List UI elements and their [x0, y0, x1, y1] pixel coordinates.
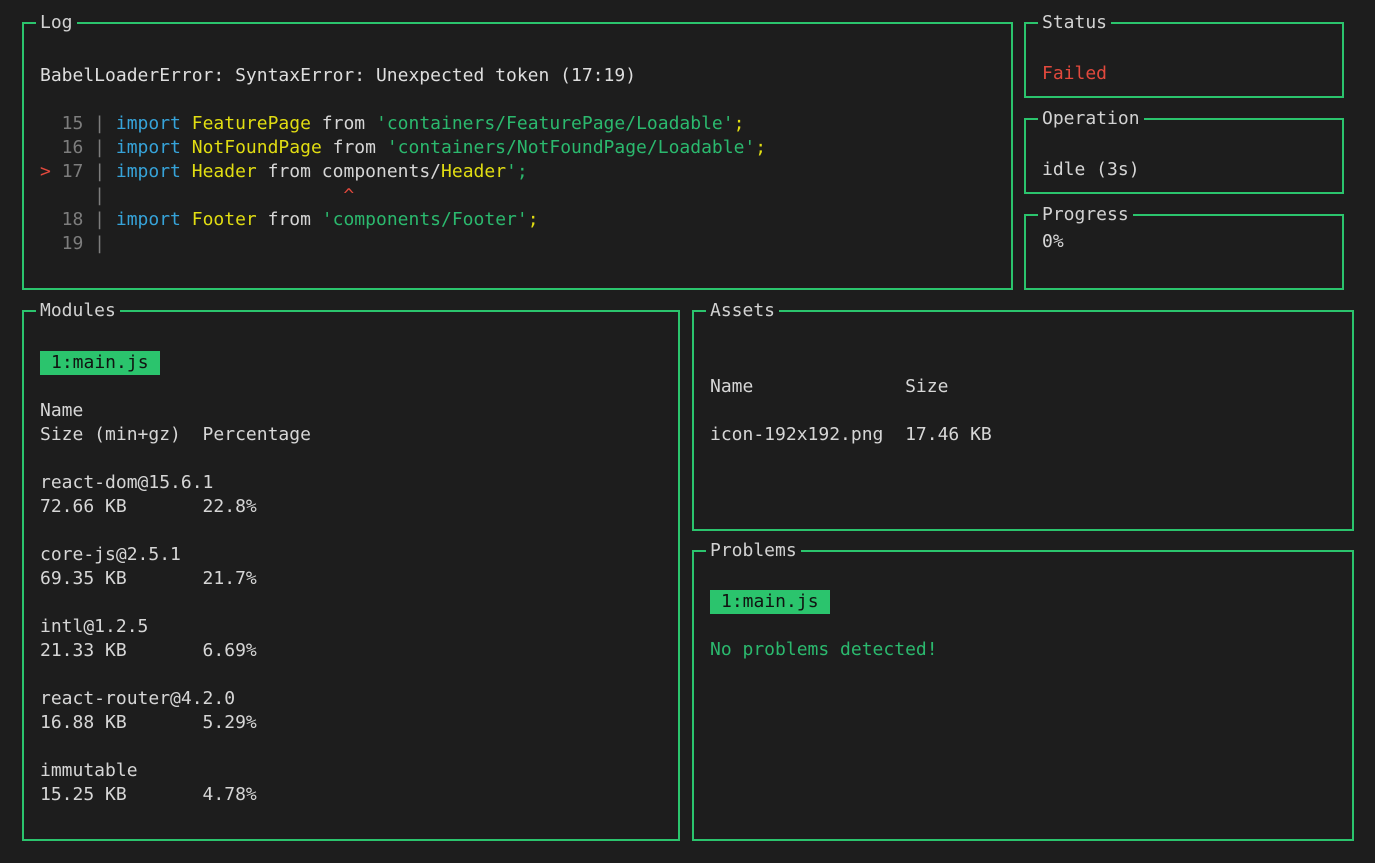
- assets-table: icon-192x192.png 17.46 KB: [710, 423, 1350, 447]
- status-panel-title: Status: [1038, 11, 1111, 35]
- assets-header: Name Size: [710, 375, 1350, 399]
- status-value: Failed: [1042, 62, 1340, 86]
- module-row-size-percentage: 72.66 KB 22.8%: [40, 495, 676, 519]
- assets-panel: Assets Name Size icon-192x192.png 17.46 …: [692, 310, 1354, 531]
- problems-chunk-badge: 1:main.js: [710, 590, 830, 614]
- module-row-size-percentage: 69.35 KB 21.7%: [40, 567, 676, 591]
- module-row-size-percentage: 21.33 KB 6.69%: [40, 639, 676, 663]
- operation-panel: Operation idle (3s): [1024, 118, 1344, 194]
- log-panel: Log BabelLoaderError: SyntaxError: Unexp…: [22, 22, 1013, 290]
- modules-table: react-dom@15.6.172.66 KB 22.8% core-js@2.…: [40, 447, 676, 807]
- asset-row: icon-192x192.png 17.46 KB: [710, 423, 1350, 447]
- module-row-name: react-router@4.2.0: [40, 687, 676, 711]
- code-frame: 15 | import FeaturePage from 'containers…: [40, 112, 1009, 256]
- modules-header-size-percentage: Size (min+gz) Percentage: [40, 423, 676, 447]
- code-line: 15 | import FeaturePage from 'containers…: [40, 112, 1009, 136]
- log-content: BabelLoaderError: SyntaxError: Unexpecte…: [40, 40, 1009, 256]
- modules-chunk-badge: 1:main.js: [40, 351, 160, 375]
- module-row-name: immutable: [40, 759, 676, 783]
- modules-header-name: Name: [40, 399, 676, 423]
- modules-panel-title: Modules: [36, 299, 120, 323]
- operation-panel-title: Operation: [1038, 107, 1144, 131]
- module-row-name: core-js@2.5.1: [40, 543, 676, 567]
- module-row-name: react-dom@15.6.1: [40, 471, 676, 495]
- problems-panel-title: Problems: [706, 539, 801, 563]
- code-line: > 17 | import Header from components/Hea…: [40, 160, 1009, 184]
- code-line: 19 |: [40, 232, 1009, 256]
- code-line: 18 | import Footer from 'components/Foot…: [40, 208, 1009, 232]
- module-row-name: intl@1.2.5: [40, 615, 676, 639]
- progress-panel: Progress 0%: [1024, 214, 1344, 290]
- problems-panel: Problems 1:main.js No problems detected!: [692, 550, 1354, 841]
- assets-panel-title: Assets: [706, 299, 779, 323]
- module-row-size-percentage: 16.88 KB 5.29%: [40, 711, 676, 735]
- code-line: | ^: [40, 184, 1009, 208]
- problems-message: No problems detected!: [710, 638, 1350, 662]
- progress-value: 0%: [1042, 230, 1340, 254]
- operation-value: idle (3s): [1042, 158, 1340, 182]
- code-line: 16 | import NotFoundPage from 'container…: [40, 136, 1009, 160]
- module-row-size-percentage: 15.25 KB 4.78%: [40, 783, 676, 807]
- modules-panel: Modules 1:main.js Name Size (min+gz) Per…: [22, 310, 680, 841]
- progress-panel-title: Progress: [1038, 203, 1133, 227]
- error-message: BabelLoaderError: SyntaxError: Unexpecte…: [40, 64, 1009, 88]
- log-panel-title: Log: [36, 11, 77, 35]
- status-panel: Status Failed: [1024, 22, 1344, 98]
